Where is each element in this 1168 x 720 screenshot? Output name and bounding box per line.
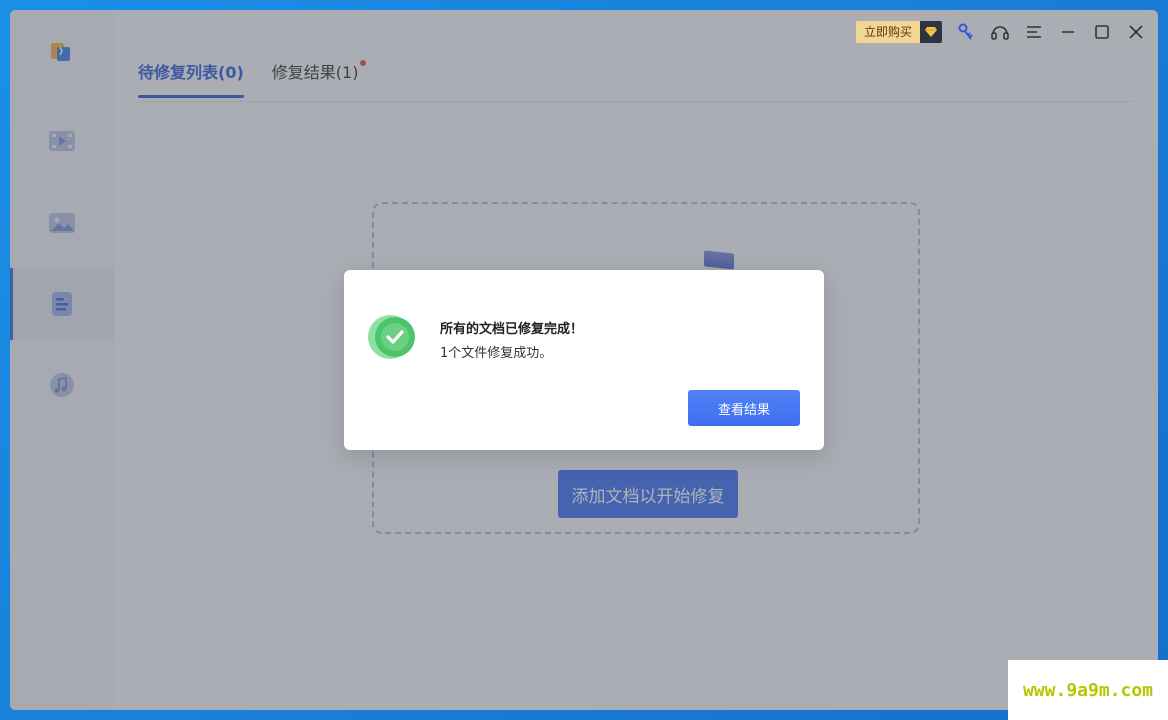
watermark-text: www.9a9m.com [1022, 679, 1154, 701]
maximize-icon[interactable] [1092, 22, 1112, 42]
diamond-icon [920, 21, 942, 43]
headset-icon[interactable] [990, 22, 1010, 42]
dialog-title: 所有的文档已修复完成！ [440, 322, 584, 337]
repair-complete-dialog: 所有的文档已修复完成！ 1个文件修复成功。 查看结果 [344, 270, 824, 450]
key-icon[interactable] [956, 22, 976, 42]
title-bar-controls: 立即购买 [855, 20, 1146, 44]
menu-icon[interactable] [1024, 22, 1044, 42]
success-check-icon [368, 312, 418, 362]
close-icon[interactable] [1126, 22, 1146, 42]
watermark: www.9a9m.com [1008, 660, 1168, 720]
buy-now-label: 立即购买 [863, 25, 912, 39]
view-results-button[interactable]: 查看结果 [688, 390, 800, 426]
minimize-icon[interactable] [1058, 22, 1078, 42]
app-window: 待修复列表(0) 修复结果(1) 添加文档以开始修复 立即购买 所有的文档已修复… [10, 10, 1158, 710]
buy-now-button[interactable]: 立即购买 [855, 21, 942, 43]
dialog-message: 1个文件修复成功。 [440, 346, 553, 361]
